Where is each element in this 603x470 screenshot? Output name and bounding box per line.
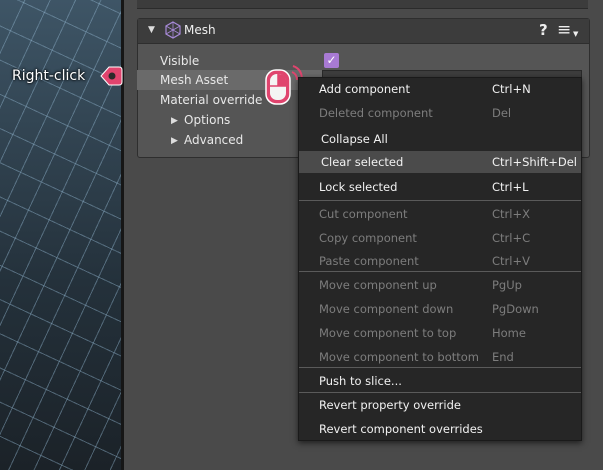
component-header[interactable]: ▼ Mesh ? ≡ ▼ xyxy=(138,19,589,44)
menu-item-paste-component[interactable]: Paste component Ctrl+V xyxy=(299,250,581,272)
menu-separator xyxy=(299,271,581,272)
menu-item-revert-property-override[interactable]: Revert property override xyxy=(299,394,581,416)
component-menu-icon[interactable]: ≡ xyxy=(557,20,571,40)
menu-item-revert-component-overrides[interactable]: Revert component overrides xyxy=(299,418,581,440)
menu-item-push-to-slice[interactable]: Push to slice... xyxy=(299,370,581,392)
advanced-label[interactable]: Advanced xyxy=(184,133,243,147)
context-menu: Add component Ctrl+N Deleted component D… xyxy=(298,77,582,441)
menu-item-add-component[interactable]: Add component Ctrl+N xyxy=(299,78,581,100)
mesh-asset-label[interactable]: Mesh Asset xyxy=(160,73,228,87)
previous-component-panel xyxy=(137,0,588,9)
help-icon[interactable]: ? xyxy=(539,21,548,39)
menu-item-move-component-to-top[interactable]: Move component to top Home xyxy=(299,322,581,344)
menu-item-cut-component[interactable]: Cut component Ctrl+X xyxy=(299,203,581,225)
callout-pin-icon xyxy=(100,66,123,86)
menu-separator xyxy=(299,367,581,368)
visible-checkbox[interactable]: ✓ xyxy=(324,53,339,68)
menu-caret-icon[interactable]: ▼ xyxy=(573,30,578,38)
menu-item-lock-selected[interactable]: Lock selected Ctrl+L xyxy=(299,176,581,198)
visible-label: Visible xyxy=(160,54,200,68)
menu-item-deleted-component[interactable]: Deleted component Del xyxy=(299,102,581,124)
menu-item-move-component-down[interactable]: Move component down PgDown xyxy=(299,298,581,320)
menu-item-copy-component[interactable]: Copy component Ctrl+C xyxy=(299,227,581,249)
menu-separator xyxy=(299,200,581,201)
expand-arrow-icon[interactable]: ▶ xyxy=(171,116,178,126)
material-override-label[interactable]: Material override xyxy=(160,93,262,107)
component-title: Mesh xyxy=(184,23,216,37)
menu-item-move-component-to-bottom[interactable]: Move component to bottom End xyxy=(299,346,581,368)
menu-item-clear-selected[interactable]: Clear selected Ctrl+Shift+Del xyxy=(299,151,581,173)
collapse-arrow-icon[interactable]: ▼ xyxy=(148,25,155,35)
expand-arrow-icon[interactable]: ▶ xyxy=(171,136,178,146)
menu-item-collapse-all[interactable]: Collapse All xyxy=(299,128,581,150)
mesh-icon xyxy=(165,21,181,39)
menu-separator xyxy=(299,392,581,393)
menu-item-move-component-up[interactable]: Move component up PgUp xyxy=(299,274,581,296)
options-label[interactable]: Options xyxy=(184,113,230,127)
callout-label: Right-click xyxy=(12,68,86,84)
